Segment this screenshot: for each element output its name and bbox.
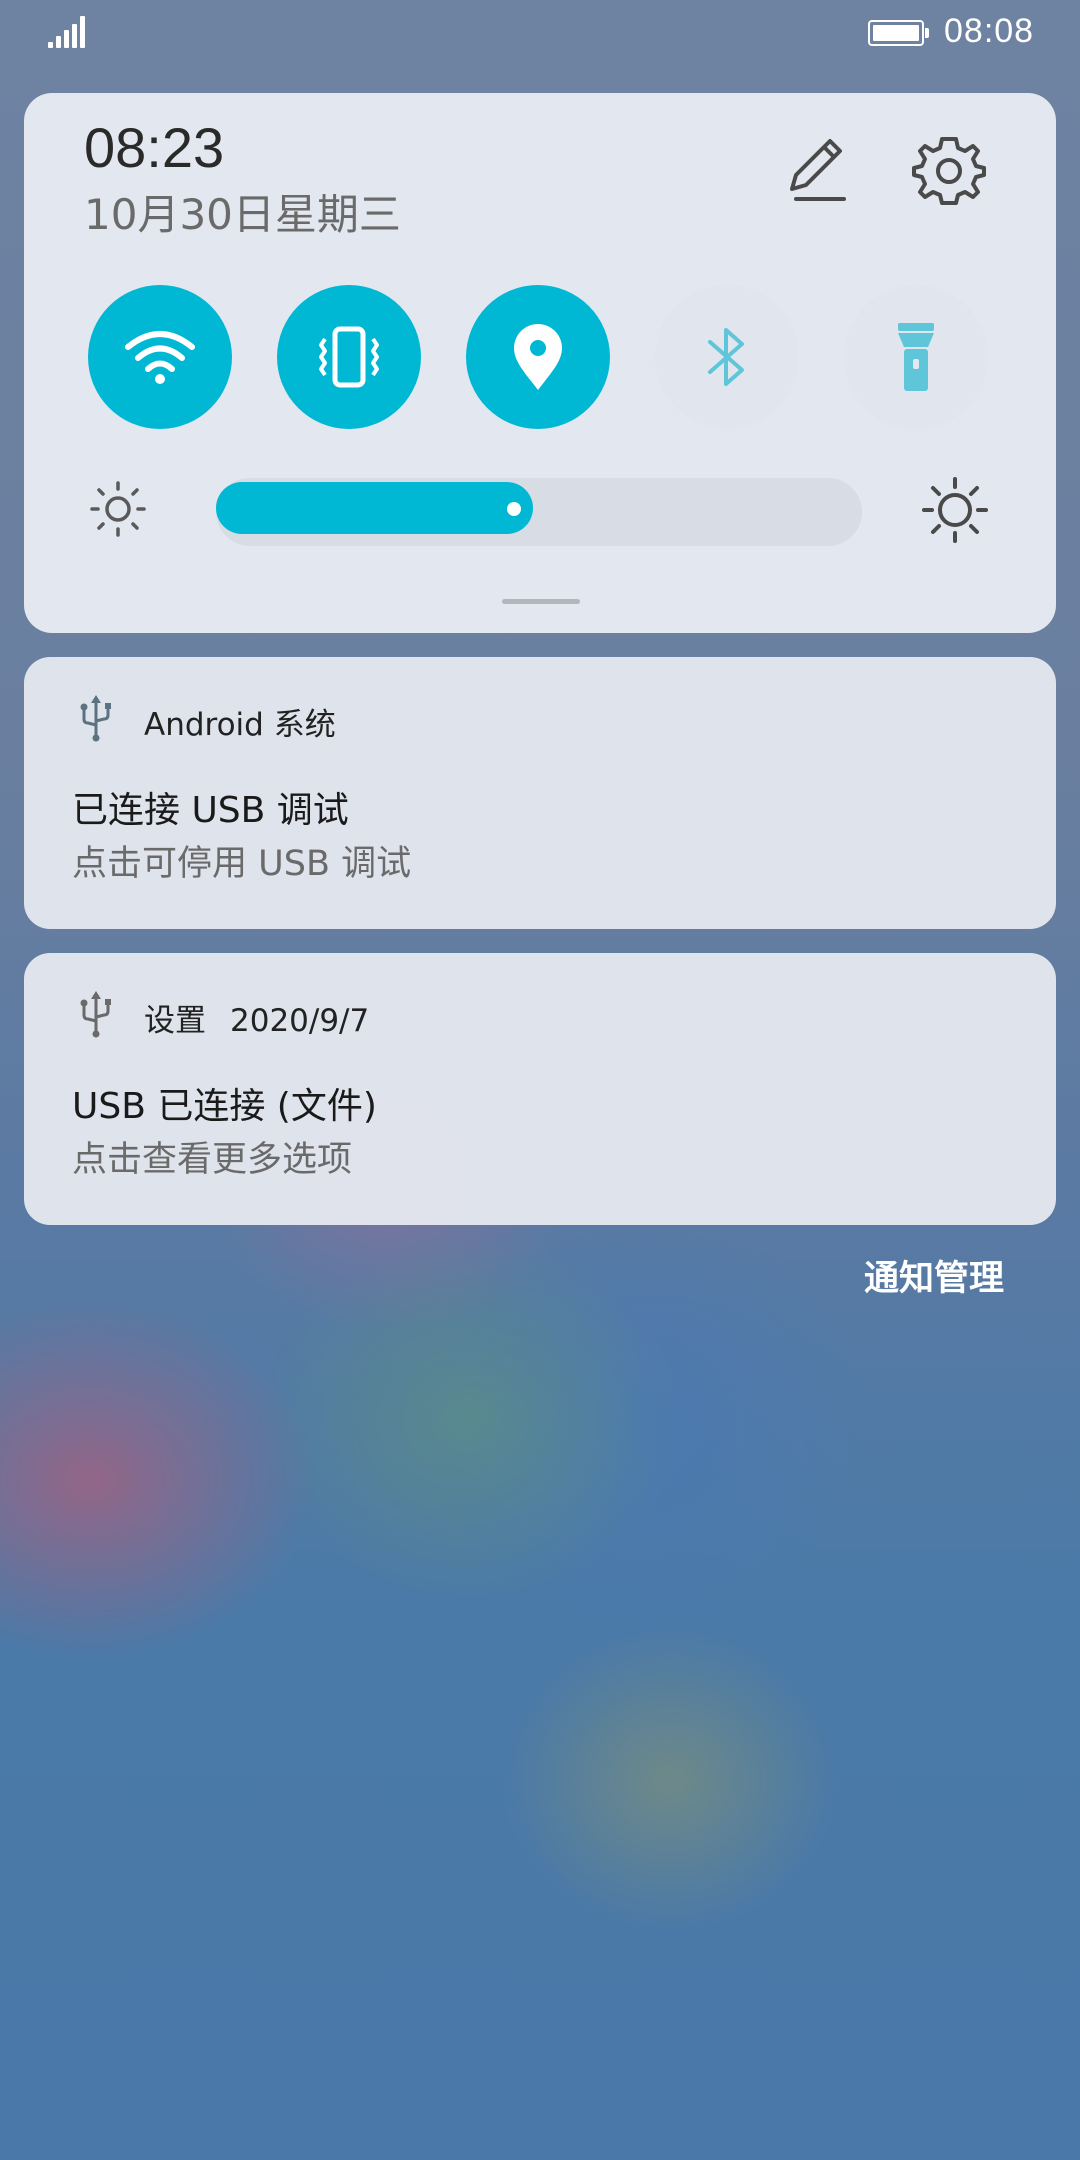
status-bar: 08:08	[0, 0, 1080, 66]
notification-title: USB 已连接 (文件)	[72, 1086, 377, 1127]
panel-clock: 08:23	[84, 116, 225, 179]
notification-title: 已连接 USB 调试	[72, 790, 349, 831]
location-toggle[interactable]	[466, 285, 610, 429]
gear-icon	[912, 137, 986, 205]
status-bar-time: 08:08	[944, 12, 1035, 50]
notification-app-label: Android 系统	[144, 707, 336, 743]
quick-settings-panel: 08:23 10月30日星期三	[24, 93, 1056, 633]
panel-date[interactable]: 10月30日星期三	[84, 181, 401, 242]
wifi-toggle[interactable]	[88, 285, 232, 429]
brightness-slider-fill	[216, 482, 533, 534]
flashlight-icon	[898, 323, 934, 391]
notification-date: 2020/9/7	[230, 1003, 370, 1039]
panel-drag-handle[interactable]	[502, 599, 580, 604]
notification-app-name: Android 系统	[144, 699, 336, 744]
notification-app-label: 设置	[144, 1003, 206, 1039]
vibrate-toggle[interactable]	[277, 285, 421, 429]
flashlight-toggle[interactable]	[844, 285, 988, 429]
notification-card[interactable]: Android 系统 已连接 USB 调试 点击可停用 USB 调试	[24, 657, 1056, 929]
bluetooth-icon	[708, 328, 744, 386]
location-icon	[514, 324, 562, 390]
bluetooth-toggle[interactable]	[655, 285, 799, 429]
edit-tiles-button[interactable]	[778, 133, 850, 205]
wifi-icon	[125, 331, 195, 384]
notification-manage-button[interactable]: 通知管理	[864, 1250, 1004, 1301]
brightness-slider-knob[interactable]	[507, 502, 521, 516]
notification-app-name: 设置 2020/9/7	[144, 995, 369, 1040]
brightness-low-icon	[90, 481, 146, 537]
settings-button[interactable]	[912, 133, 986, 207]
battery-icon	[868, 20, 929, 46]
brightness-slider[interactable]	[216, 478, 862, 546]
usb-icon	[80, 991, 111, 1038]
signal-strength-icon	[48, 16, 88, 48]
notification-body: 点击可停用 USB 调试	[72, 844, 412, 884]
notification-card[interactable]: 设置 2020/9/7 USB 已连接 (文件) 点击查看更多选项	[24, 953, 1056, 1225]
vibrate-icon	[319, 326, 379, 388]
notification-body: 点击查看更多选项	[72, 1140, 353, 1180]
pencil-icon	[790, 139, 846, 201]
usb-icon	[80, 695, 111, 742]
brightness-high-icon	[922, 477, 988, 543]
